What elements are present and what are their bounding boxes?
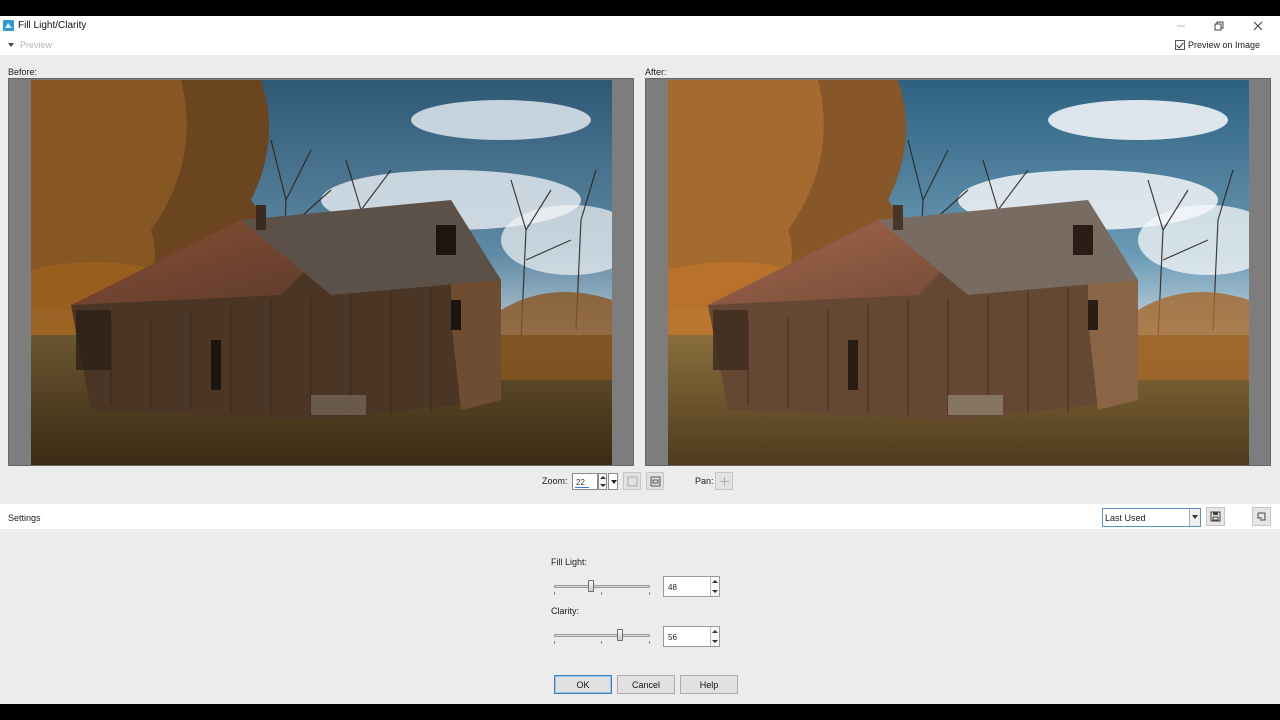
arrow-down-icon — [712, 590, 718, 593]
save-icon — [1210, 511, 1221, 522]
slider-tick — [601, 641, 602, 644]
move-icon — [719, 476, 729, 486]
zoom-stepper[interactable] — [598, 473, 607, 490]
window-title: Fill Light/Clarity — [18, 20, 87, 31]
slider-tick — [649, 592, 650, 595]
after-photo — [668, 80, 1249, 465]
cancel-button[interactable]: Cancel — [617, 675, 675, 694]
restore-icon — [1214, 21, 1224, 31]
zoom-input[interactable]: 22 — [572, 473, 598, 490]
after-label: After: — [645, 67, 667, 77]
arrow-up-icon — [712, 580, 718, 583]
arrow-down-icon — [712, 640, 718, 643]
pan-button[interactable] — [715, 472, 733, 490]
preset-value: Last Used — [1105, 513, 1146, 523]
preview-bar: Preview Preview on Image — [0, 36, 1280, 55]
zoom-pan-toolbar: Zoom: 22 Pan: — [0, 472, 1280, 492]
zoom-dropdown-button[interactable] — [608, 473, 618, 490]
minimize-button[interactable] — [1166, 18, 1196, 34]
after-preview-pane[interactable] — [645, 78, 1271, 466]
settings-label: Settings — [8, 513, 41, 523]
zoom-actual-icon — [627, 476, 637, 486]
pan-label: Pan: — [695, 476, 714, 486]
minimize-icon — [1177, 25, 1185, 27]
slider-tick — [649, 641, 650, 644]
close-icon — [1253, 21, 1263, 31]
reset-button[interactable] — [1252, 507, 1271, 526]
slider-tick — [554, 592, 555, 595]
fill-light-input[interactable]: 48 — [663, 576, 720, 597]
title-bar: Fill Light/Clarity — [0, 16, 1280, 36]
clarity-label: Clarity: — [551, 606, 580, 616]
preview-on-image-label: Preview on Image — [1187, 40, 1260, 50]
slider-thumb[interactable] — [588, 580, 594, 592]
clarity-input[interactable]: 56 — [663, 626, 720, 647]
preview-on-image-checkbox[interactable] — [1174, 40, 1185, 50]
chevron-down-icon — [8, 43, 14, 47]
preset-dropdown[interactable]: Last Used — [1102, 508, 1201, 527]
close-button[interactable] — [1243, 18, 1273, 34]
fit-window-icon — [650, 476, 660, 486]
arrow-up-icon — [712, 630, 718, 633]
chevron-down-icon — [1189, 509, 1200, 526]
slider-tick — [601, 592, 602, 595]
ok-button[interactable]: OK — [554, 675, 612, 694]
preview-on-image-option[interactable]: Preview on Image — [1174, 40, 1260, 50]
settings-bar: Settings Last Used — [0, 504, 1280, 529]
reset-icon — [1257, 512, 1266, 521]
restore-button[interactable] — [1204, 18, 1234, 34]
fill-light-label: Fill Light: — [551, 557, 588, 567]
help-button[interactable]: Help — [680, 675, 738, 694]
fill-light-slider[interactable] — [554, 580, 650, 595]
before-photo — [31, 80, 612, 465]
clarity-value: 56 — [668, 633, 677, 642]
fit-to-window-button[interactable] — [646, 472, 664, 490]
fill-light-clarity-dialog: Fill Light/Clarity Preview Preview on Im… — [0, 16, 1280, 704]
clarity-slider[interactable] — [554, 629, 650, 644]
zoom-to-100-button[interactable] — [623, 472, 641, 490]
slider-track — [554, 634, 650, 637]
clarity-stepper[interactable] — [710, 627, 719, 646]
slider-track — [554, 585, 650, 588]
slider-thumb[interactable] — [617, 629, 623, 641]
app-icon — [3, 20, 14, 31]
fill-light-value: 48 — [668, 583, 677, 592]
zoom-label: Zoom: — [542, 476, 568, 486]
arrow-up-icon — [600, 476, 606, 479]
before-label: Before: — [8, 67, 38, 77]
preview-toggle[interactable]: Preview — [8, 40, 52, 50]
slider-tick — [554, 641, 555, 644]
preview-label: Preview — [20, 40, 53, 50]
save-preset-button[interactable] — [1206, 507, 1225, 526]
fill-light-stepper[interactable] — [710, 577, 719, 596]
before-preview-pane[interactable] — [8, 78, 634, 466]
arrow-down-icon — [600, 484, 606, 487]
